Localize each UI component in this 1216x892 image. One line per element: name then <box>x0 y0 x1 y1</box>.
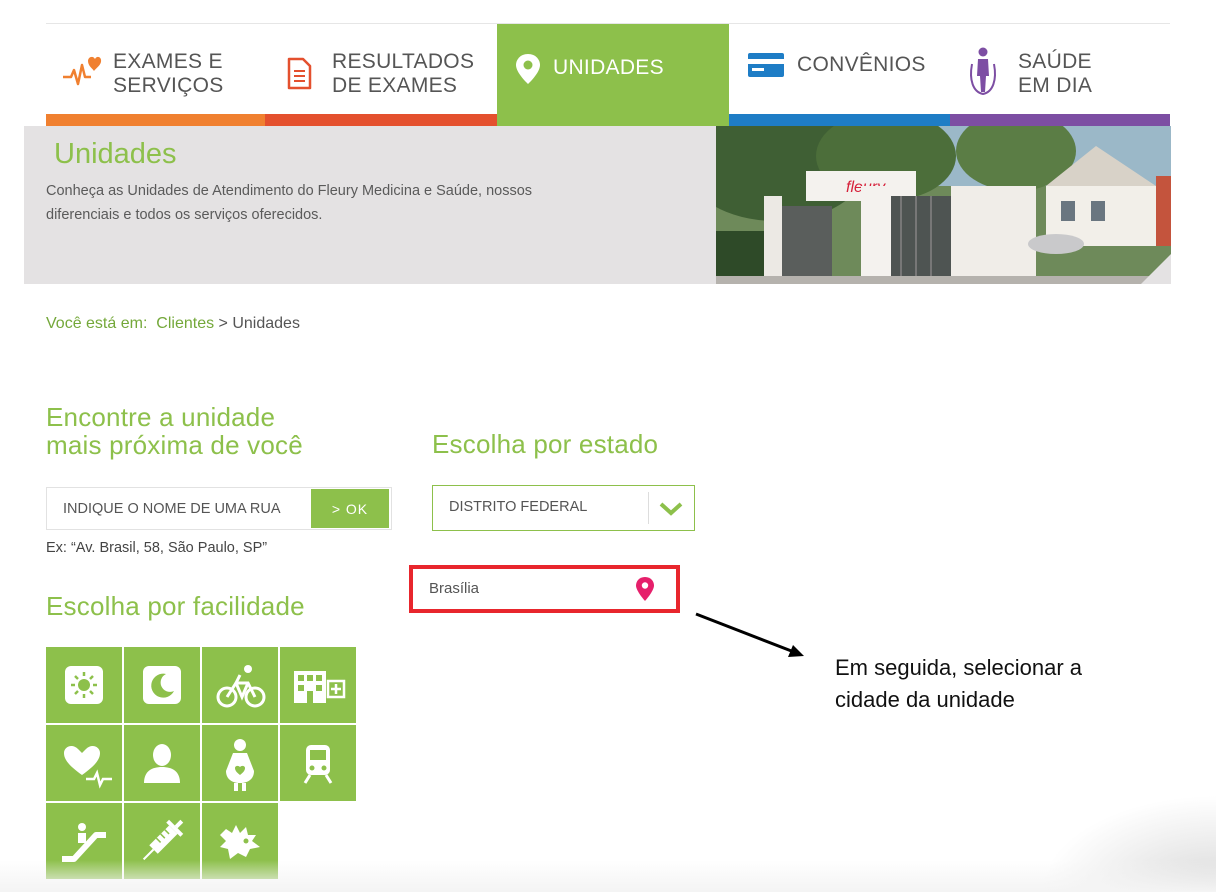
annotation-arrow <box>695 612 804 657</box>
tab-saude-em-dia[interactable]: SAÚDE EM DIA <box>950 24 1170 126</box>
heart-pulse-icon <box>63 56 102 86</box>
breadcrumb-current: Unidades <box>232 315 300 332</box>
tab-label: CONVÊNIOS <box>797 53 926 76</box>
tab-color-bar <box>950 114 1170 126</box>
facility-tile-moon[interactable] <box>124 647 200 723</box>
credit-card-icon <box>748 53 784 77</box>
main-navigation: EXAMES E SERVIÇOS RESULTADOS DE EXAMES U… <box>46 24 1170 126</box>
address-search: > OK <box>46 487 392 530</box>
tab-label: EXAMES E SERVIÇOS <box>113 50 224 97</box>
facility-tile-sun[interactable] <box>46 647 122 723</box>
bicycle-icon <box>216 665 266 708</box>
breadcrumb-prefix: Você está em: <box>46 315 148 332</box>
page-title: Unidades <box>54 138 177 170</box>
hospital-building-icon <box>294 671 346 703</box>
train-icon <box>303 745 333 784</box>
facility-tile-heart[interactable] <box>46 725 122 801</box>
search-ok-button[interactable]: > OK <box>311 489 389 528</box>
facility-tile-bicycle[interactable] <box>202 647 278 723</box>
facility-tile-train[interactable] <box>280 725 356 801</box>
tab-label: RESULTADOS DE EXAMES <box>332 50 475 97</box>
map-pin-icon <box>516 54 540 84</box>
breadcrumb-link-clientes[interactable]: Clientes <box>156 315 214 332</box>
tab-convenios[interactable]: CONVÊNIOS <box>729 24 950 126</box>
moon-icon <box>143 666 181 704</box>
person-icon <box>144 744 180 783</box>
jump-rope-person-icon <box>970 47 996 96</box>
breadcrumb: Você está em: Clientes > Unidades <box>46 315 300 333</box>
tab-label: UNIDADES <box>553 56 664 79</box>
hero-banner: Unidades Conheça as Unidades de Atendime… <box>24 126 1171 284</box>
facility-tile-pregnant[interactable] <box>202 725 278 801</box>
unit-building-photo: fleury <box>716 126 1171 284</box>
select-divider <box>648 492 649 524</box>
state-selected-value: DISTRITO FEDERAL <box>449 499 588 515</box>
heart-pulse-icon <box>64 746 112 789</box>
state-heading: Escolha por estado <box>432 429 659 459</box>
facility-tile-person[interactable] <box>124 725 200 801</box>
chevron-down-icon[interactable] <box>659 501 683 517</box>
tab-color-bar <box>497 114 729 126</box>
document-icon <box>287 57 312 90</box>
bottom-fade <box>0 860 1216 892</box>
search-heading: Encontre a unidade mais próxima de você <box>46 402 303 460</box>
tab-label: SAÚDE EM DIA <box>1018 50 1093 97</box>
tab-exames-servicos[interactable]: EXAMES E SERVIÇOS <box>46 24 265 126</box>
facility-heading: Escolha por facilidade <box>46 591 305 621</box>
city-highlight-box <box>409 565 680 613</box>
page-description: Conheça as Unidades de Atendimento do Fl… <box>46 183 533 223</box>
annotation-note: Em seguida, selecionar a cidade da unida… <box>835 655 1083 712</box>
search-example: Ex: “Av. Brasil, 58, São Paulo, SP” <box>46 540 268 556</box>
pregnant-woman-icon <box>226 739 254 791</box>
tab-resultados-exames[interactable]: RESULTADOS DE EXAMES <box>265 24 497 126</box>
sun-icon <box>65 666 103 704</box>
breadcrumb-separator: > <box>218 315 228 332</box>
tab-color-bar <box>46 114 265 126</box>
tab-unidades[interactable]: UNIDADES <box>497 24 729 126</box>
tab-color-bar <box>729 114 950 126</box>
tab-color-bar <box>265 114 497 126</box>
facility-tile-hospital[interactable] <box>280 647 356 723</box>
street-search-input[interactable] <box>47 488 311 529</box>
state-select[interactable]: DISTRITO FEDERAL <box>432 485 695 531</box>
